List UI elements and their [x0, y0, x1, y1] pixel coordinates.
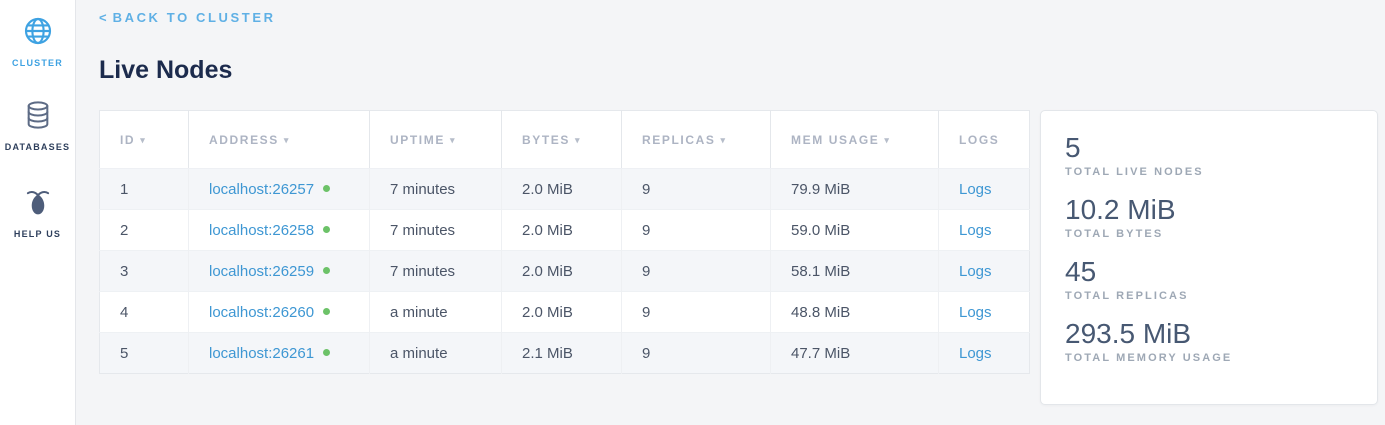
node-address-link[interactable]: localhost:26257 [209, 181, 314, 198]
stat-total-memory-usage: 293.5 MiB TOTAL MEMORY USAGE [1065, 318, 1353, 364]
stat-value: 5 [1065, 132, 1353, 164]
node-replicas-cell: 9 [622, 292, 771, 333]
cluster-summary-card: 5 TOTAL LIVE NODES 10.2 MiB TOTAL BYTES … [1040, 110, 1378, 405]
stat-label: TOTAL LIVE NODES [1065, 166, 1353, 178]
node-logs-cell: Logs [939, 292, 1030, 333]
node-mem-usage-cell: 79.9 MiB [771, 169, 939, 210]
table-row: 5 localhost:26261 a minute 2.1 MiB 9 47.… [100, 333, 1030, 374]
sort-arrow-icon: ▾ [575, 135, 581, 145]
node-bytes-cell: 2.1 MiB [502, 333, 622, 374]
node-logs-cell: Logs [939, 251, 1030, 292]
node-address-cell: localhost:26257 [189, 169, 370, 210]
back-to-cluster-link[interactable]: < BACK TO CLUSTER [99, 10, 276, 25]
back-arrow-icon: < [99, 10, 107, 25]
node-replicas-cell: 9 [622, 251, 771, 292]
stat-total-replicas: 45 TOTAL REPLICAS [1065, 256, 1353, 302]
node-id-cell: 4 [100, 292, 189, 333]
sidebar-item-label: DATABASES [0, 142, 75, 152]
sort-arrow-icon: ▾ [884, 135, 890, 145]
sidebar-item-cluster[interactable]: CLUSTER [0, 15, 75, 68]
stat-total-live-nodes: 5 TOTAL LIVE NODES [1065, 132, 1353, 178]
column-header-mem-usage[interactable]: MEM USAGE▾ [771, 111, 939, 169]
stat-value: 293.5 MiB [1065, 318, 1353, 350]
page-title: Live Nodes [99, 56, 232, 85]
node-replicas-cell: 9 [622, 333, 771, 374]
sidebar: CLUSTER DATABASES HELP US [0, 0, 76, 425]
node-uptime-cell: 7 minutes [370, 251, 502, 292]
stat-total-bytes: 10.2 MiB TOTAL BYTES [1065, 194, 1353, 240]
node-uptime-cell: 7 minutes [370, 169, 502, 210]
sidebar-item-label: HELP US [0, 229, 75, 239]
node-uptime-cell: a minute [370, 333, 502, 374]
column-header-replicas[interactable]: REPLICAS▾ [622, 111, 771, 169]
live-nodes-table: ID▾ ADDRESS▾ UPTIME▾ BYTES▾ REPLICAS▾ ME… [99, 110, 1030, 374]
sidebar-item-helpus[interactable]: HELP US [0, 186, 75, 239]
sort-arrow-icon: ▾ [284, 135, 290, 145]
node-logs-cell: Logs [939, 169, 1030, 210]
node-replicas-cell: 9 [622, 210, 771, 251]
node-live-icon [323, 185, 330, 192]
node-address-link[interactable]: localhost:26261 [209, 345, 314, 362]
table-row: 4 localhost:26260 a minute 2.0 MiB 9 48.… [100, 292, 1030, 333]
node-uptime-cell: 7 minutes [370, 210, 502, 251]
node-logs-cell: Logs [939, 210, 1030, 251]
node-uptime-cell: a minute [370, 292, 502, 333]
node-address-cell: localhost:26261 [189, 333, 370, 374]
node-replicas-cell: 9 [622, 169, 771, 210]
node-id-cell: 1 [100, 169, 189, 210]
sort-arrow-icon: ▾ [450, 135, 456, 145]
node-mem-usage-cell: 48.8 MiB [771, 292, 939, 333]
stat-label: TOTAL BYTES [1065, 228, 1353, 240]
back-link-label: BACK TO CLUSTER [113, 10, 276, 25]
bug-icon [0, 186, 75, 223]
node-logs-link[interactable]: Logs [959, 304, 992, 321]
stat-label: TOTAL REPLICAS [1065, 290, 1353, 302]
node-logs-link[interactable]: Logs [959, 263, 992, 280]
node-address-cell: localhost:26260 [189, 292, 370, 333]
column-header-bytes[interactable]: BYTES▾ [502, 111, 622, 169]
node-bytes-cell: 2.0 MiB [502, 292, 622, 333]
node-bytes-cell: 2.0 MiB [502, 210, 622, 251]
node-live-icon [323, 226, 330, 233]
node-mem-usage-cell: 59.0 MiB [771, 210, 939, 251]
node-logs-link[interactable]: Logs [959, 222, 992, 239]
node-logs-cell: Logs [939, 333, 1030, 374]
node-logs-link[interactable]: Logs [959, 345, 992, 362]
node-live-icon [323, 267, 330, 274]
node-live-icon [323, 308, 330, 315]
table-row: 3 localhost:26259 7 minutes 2.0 MiB 9 58… [100, 251, 1030, 292]
globe-icon [0, 15, 75, 52]
stat-value: 45 [1065, 256, 1353, 288]
stat-value: 10.2 MiB [1065, 194, 1353, 226]
node-bytes-cell: 2.0 MiB [502, 251, 622, 292]
column-header-address[interactable]: ADDRESS▾ [189, 111, 370, 169]
sort-arrow-icon: ▾ [720, 135, 726, 145]
node-live-icon [323, 349, 330, 356]
sort-arrow-icon: ▾ [140, 135, 146, 145]
node-id-cell: 2 [100, 210, 189, 251]
databases-icon [0, 99, 75, 136]
table-row: 2 localhost:26258 7 minutes 2.0 MiB 9 59… [100, 210, 1030, 251]
node-address-cell: localhost:26259 [189, 251, 370, 292]
sidebar-item-databases[interactable]: DATABASES [0, 99, 75, 152]
column-header-id[interactable]: ID▾ [100, 111, 189, 169]
node-id-cell: 5 [100, 333, 189, 374]
node-address-link[interactable]: localhost:26259 [209, 263, 314, 280]
node-id-cell: 3 [100, 251, 189, 292]
node-address-link[interactable]: localhost:26260 [209, 304, 314, 321]
column-header-uptime[interactable]: UPTIME▾ [370, 111, 502, 169]
node-bytes-cell: 2.0 MiB [502, 169, 622, 210]
table-row: 1 localhost:26257 7 minutes 2.0 MiB 9 79… [100, 169, 1030, 210]
node-address-link[interactable]: localhost:26258 [209, 222, 314, 239]
sidebar-item-label: CLUSTER [0, 58, 75, 68]
column-header-logs: LOGS [939, 111, 1030, 169]
node-address-cell: localhost:26258 [189, 210, 370, 251]
stat-label: TOTAL MEMORY USAGE [1065, 352, 1353, 364]
node-mem-usage-cell: 47.7 MiB [771, 333, 939, 374]
table-header-row: ID▾ ADDRESS▾ UPTIME▾ BYTES▾ REPLICAS▾ ME… [100, 111, 1030, 169]
node-mem-usage-cell: 58.1 MiB [771, 251, 939, 292]
node-logs-link[interactable]: Logs [959, 181, 992, 198]
live-nodes-page: CLUSTER DATABASES HELP US [0, 0, 1385, 425]
